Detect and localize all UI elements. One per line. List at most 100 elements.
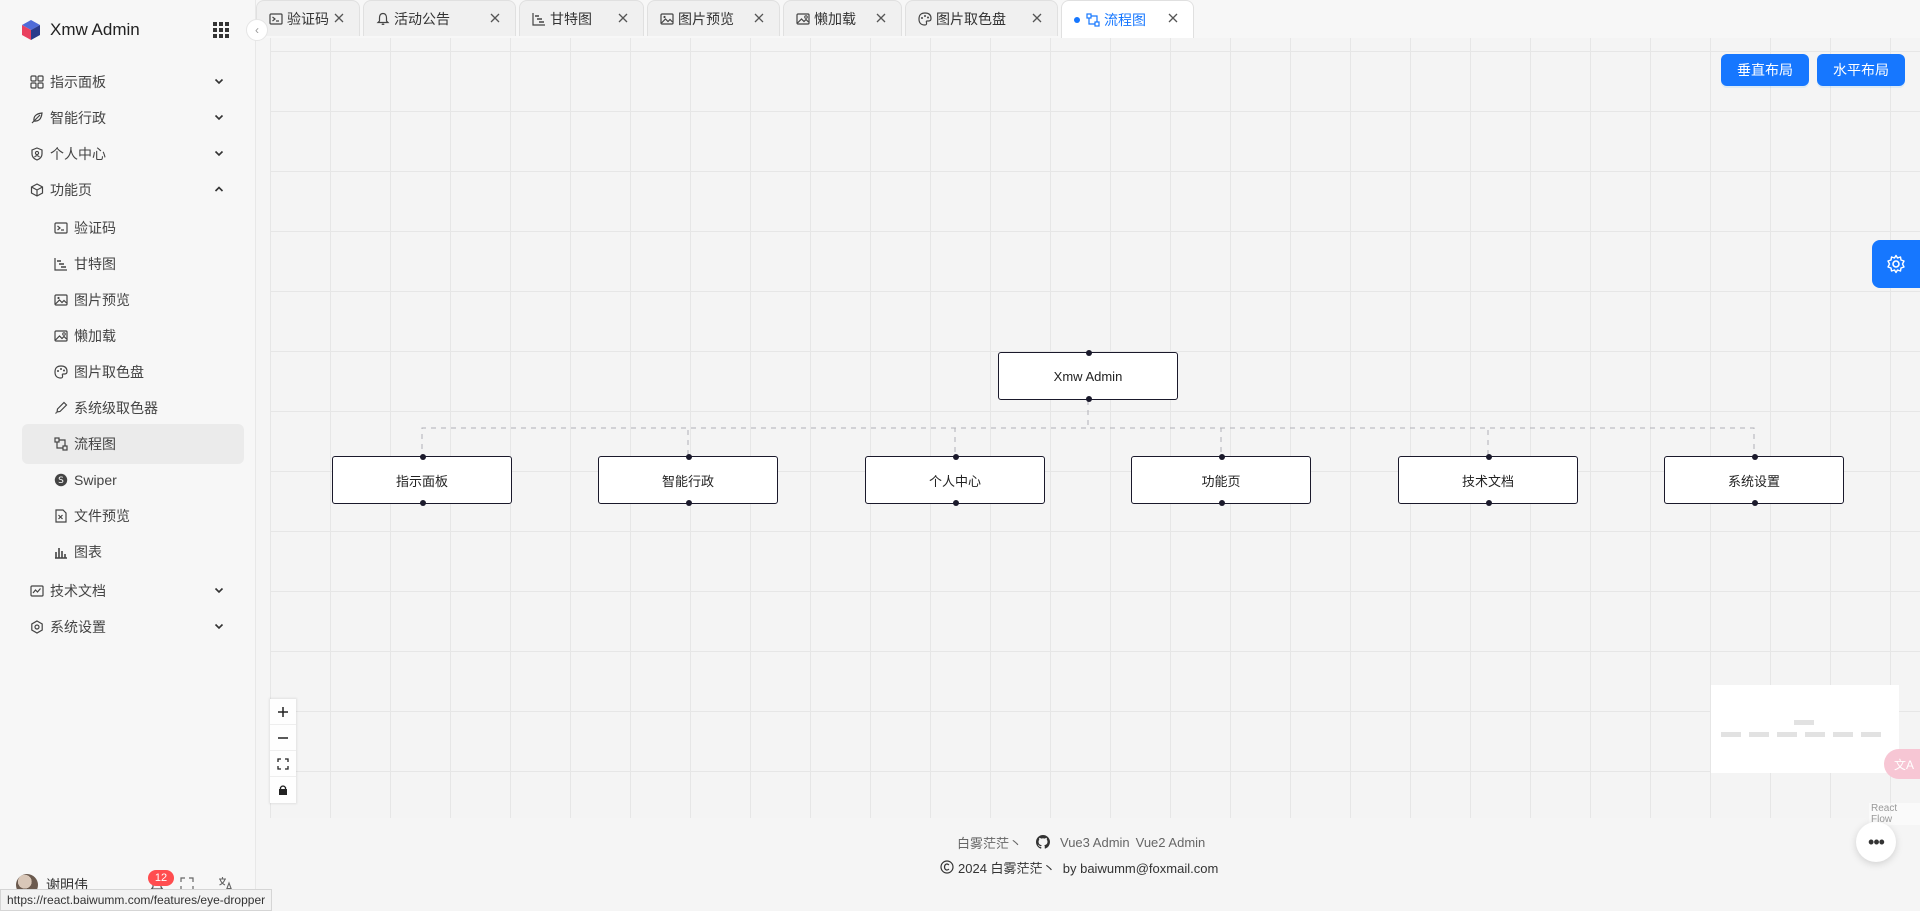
submenu-item-9[interactable]: 系统级取色器 xyxy=(22,388,244,428)
tab-bar: 验证码 活动公告 甘特图 图片预览 懒加载 图片取色盘 流程图 xyxy=(256,0,1920,38)
user-shield-icon xyxy=(30,147,44,161)
node-label: 指示面板 xyxy=(395,473,448,489)
target-handle[interactable] xyxy=(686,454,692,460)
close-icon[interactable] xyxy=(875,12,887,24)
tab-label: 懒加载 xyxy=(814,10,856,27)
tab-0[interactable]: 验证码 xyxy=(256,0,360,36)
close-icon[interactable] xyxy=(753,12,765,24)
menu-item-label: 懒加载 xyxy=(74,328,116,344)
close-icon[interactable] xyxy=(333,12,345,24)
flow-edge[interactable] xyxy=(1087,400,1755,456)
source-handle[interactable] xyxy=(1086,396,1092,402)
menu-item-3[interactable]: 功能页 xyxy=(22,170,244,210)
submenu-item-8[interactable]: 图片取色盘 xyxy=(22,352,244,392)
flow-node-root[interactable]: Xmw Admin xyxy=(998,350,1178,402)
footer-copyright: 2024 白雾茫茫丶 by baiwumm@foxmail.com xyxy=(940,858,1218,876)
logo-icon xyxy=(22,20,40,40)
swiper-icon: S xyxy=(54,473,68,487)
app-logo[interactable]: Xmw Admin xyxy=(20,18,140,42)
flow-node-child[interactable]: 系统设置 xyxy=(1664,454,1844,506)
image-icon xyxy=(660,12,674,26)
submenu-item-7[interactable]: 懒加载 xyxy=(22,316,244,356)
close-icon[interactable] xyxy=(1031,12,1043,24)
tab-1[interactable]: 活动公告 xyxy=(363,0,516,36)
source-handle[interactable] xyxy=(1752,500,1758,506)
fit-view-button[interactable] xyxy=(270,751,296,777)
submenu-item-4[interactable]: 验证码 xyxy=(22,208,244,248)
source-handle[interactable] xyxy=(1486,500,1492,506)
flow-edge[interactable] xyxy=(1087,400,1489,456)
submenu-item-13[interactable]: 图表 xyxy=(22,532,244,572)
flow-edge[interactable] xyxy=(687,400,1089,456)
flow-node-child[interactable]: 智能行政 xyxy=(598,454,778,506)
tab-6[interactable]: 流程图 xyxy=(1061,0,1194,38)
image-icon xyxy=(54,293,68,307)
captcha-icon xyxy=(269,12,283,26)
submenu-item-10[interactable]: 流程图 xyxy=(22,424,244,464)
menu-item-label: 甘特图 xyxy=(74,256,116,272)
target-handle[interactable] xyxy=(1086,350,1092,356)
close-icon[interactable] xyxy=(617,12,629,24)
flow-node-child[interactable]: 指示面板 xyxy=(332,454,512,506)
submenu-item-6[interactable]: 图片预览 xyxy=(22,280,244,320)
lock-button[interactable] xyxy=(270,777,296,803)
zoom-in-button[interactable] xyxy=(270,699,296,725)
target-handle[interactable] xyxy=(1752,454,1758,460)
target-handle[interactable] xyxy=(420,454,426,460)
flow-node-child[interactable]: 个人中心 xyxy=(865,454,1045,506)
translate-float-button[interactable]: 文A xyxy=(1884,749,1920,779)
menu-item-0[interactable]: 指示面板 xyxy=(22,62,244,102)
submenu-item-5[interactable]: 甘特图 xyxy=(22,244,244,284)
menu-item-2[interactable]: 个人中心 xyxy=(22,134,244,174)
minimap-node xyxy=(1749,732,1769,737)
copyright-text: 2024 白雾茫茫丶 by baiwumm@foxmail.com xyxy=(958,860,1219,876)
source-handle[interactable] xyxy=(1219,500,1225,506)
menu-item-label: 功能页 xyxy=(50,182,92,198)
horizontal-layout-button[interactable]: 水平布局 xyxy=(1817,54,1905,86)
tab-3[interactable]: 图片预览 xyxy=(647,0,780,36)
tab-5[interactable]: 图片取色盘 xyxy=(905,0,1058,36)
settings-drawer-button[interactable] xyxy=(1872,240,1920,288)
submenu-item-12[interactable]: 文件预览 xyxy=(22,496,244,536)
menu-item-label: 流程图 xyxy=(74,436,116,452)
target-handle[interactable] xyxy=(1219,454,1225,460)
github-icon[interactable] xyxy=(1036,835,1051,849)
flow-edge[interactable] xyxy=(954,400,1089,456)
palette-icon xyxy=(918,11,932,26)
vue3-admin-link[interactable]: Vue3 Admin xyxy=(1060,835,1130,850)
file-preview-icon xyxy=(54,509,68,523)
source-handle[interactable] xyxy=(686,500,692,506)
submenu-item-11[interactable]: S Swiper xyxy=(22,460,244,500)
target-handle[interactable] xyxy=(1486,454,1492,460)
source-handle[interactable] xyxy=(420,500,426,506)
menu-item-15[interactable]: 系统设置 xyxy=(22,607,244,647)
collapse-sidebar-button[interactable]: ‹ xyxy=(246,19,268,41)
tab-label: 图片预览 xyxy=(678,10,734,27)
source-handle[interactable] xyxy=(953,500,959,506)
svg-text:S: S xyxy=(58,476,64,486)
menu-item-1[interactable]: 智能行政 xyxy=(22,98,244,138)
tab-label: 图片取色盘 xyxy=(936,10,1006,27)
target-handle[interactable] xyxy=(953,454,959,460)
flow-minimap[interactable] xyxy=(1711,685,1899,773)
chevron-down-icon xyxy=(214,78,224,85)
tab-4[interactable]: 懒加载 xyxy=(783,0,902,36)
node-label: 智能行政 xyxy=(661,473,714,489)
vertical-layout-button[interactable]: 垂直布局 xyxy=(1721,54,1809,86)
apps-grid-icon[interactable] xyxy=(212,21,230,39)
chevron-left-icon: ‹ xyxy=(255,23,259,37)
more-actions-button[interactable]: ••• xyxy=(1856,822,1896,862)
flow-node-child[interactable]: 技术文档 xyxy=(1398,454,1578,506)
zoom-out-button[interactable] xyxy=(270,725,296,751)
minimap-node xyxy=(1794,720,1814,725)
minimap-node xyxy=(1777,732,1797,737)
tab-2[interactable]: 甘特图 xyxy=(519,0,644,36)
dashboard-icon xyxy=(30,75,44,89)
node-label: 功能页 xyxy=(1201,473,1241,489)
close-icon[interactable] xyxy=(1167,12,1179,24)
menu-item-14[interactable]: 技术文档 xyxy=(22,571,244,611)
vue2-admin-link[interactable]: Vue2 Admin xyxy=(1136,835,1206,850)
flow-node-child[interactable]: 功能页 xyxy=(1131,454,1311,506)
close-icon[interactable] xyxy=(489,12,501,24)
status-bar-url: https://react.baiwumm.com/features/eye-d… xyxy=(0,889,273,911)
